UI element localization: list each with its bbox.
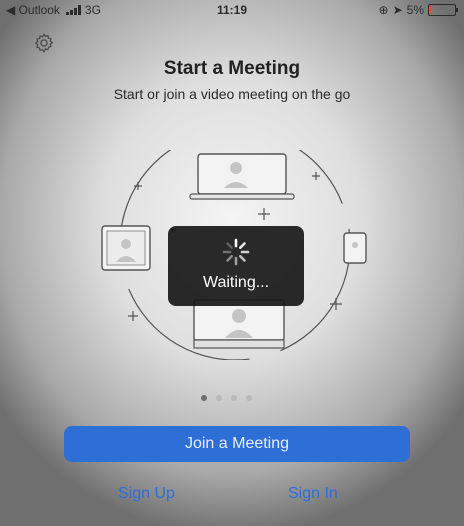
page-title: Start a Meeting <box>163 58 301 79</box>
page-dot[interactable] <box>216 395 222 401</box>
page-dot[interactable] <box>201 395 207 401</box>
page-dot[interactable] <box>246 395 252 401</box>
app-screen: ◀ Outlook 3G 11:19 ⊕ ➤ 5% Start a Meetin… <box>0 0 464 526</box>
loading-text: Waiting... <box>202 274 270 291</box>
status-bar: ◀ Outlook 3G 11:19 ⊕ ➤ 5% <box>0 0 464 20</box>
page-indicator <box>201 395 252 401</box>
spinner-icon <box>222 238 250 266</box>
sign-in-link[interactable]: Sign In <box>288 485 338 503</box>
battery-fill <box>430 6 431 14</box>
monitor-icon <box>193 299 285 349</box>
rotation-lock-icon: ⊕ <box>378 3 389 17</box>
laptop-icon <box>189 153 295 200</box>
phone-icon <box>343 232 367 264</box>
location-icon: ➤ <box>392 3 403 17</box>
page-subtitle: Start or join a video meeting on the go <box>113 86 351 102</box>
sign-up-link[interactable]: Sign Up <box>118 485 175 503</box>
tablet-icon <box>101 225 151 271</box>
battery-icon <box>428 4 458 16</box>
battery-percent: 5% <box>406 3 424 17</box>
battery-nub <box>456 8 458 12</box>
status-right: ⊕ ➤ 5% <box>378 3 458 17</box>
loading-overlay: Waiting... <box>168 226 304 306</box>
join-meeting-button[interactable]: Join a Meeting <box>64 426 410 462</box>
gear-icon[interactable] <box>33 32 55 54</box>
page-dot[interactable] <box>231 395 237 401</box>
